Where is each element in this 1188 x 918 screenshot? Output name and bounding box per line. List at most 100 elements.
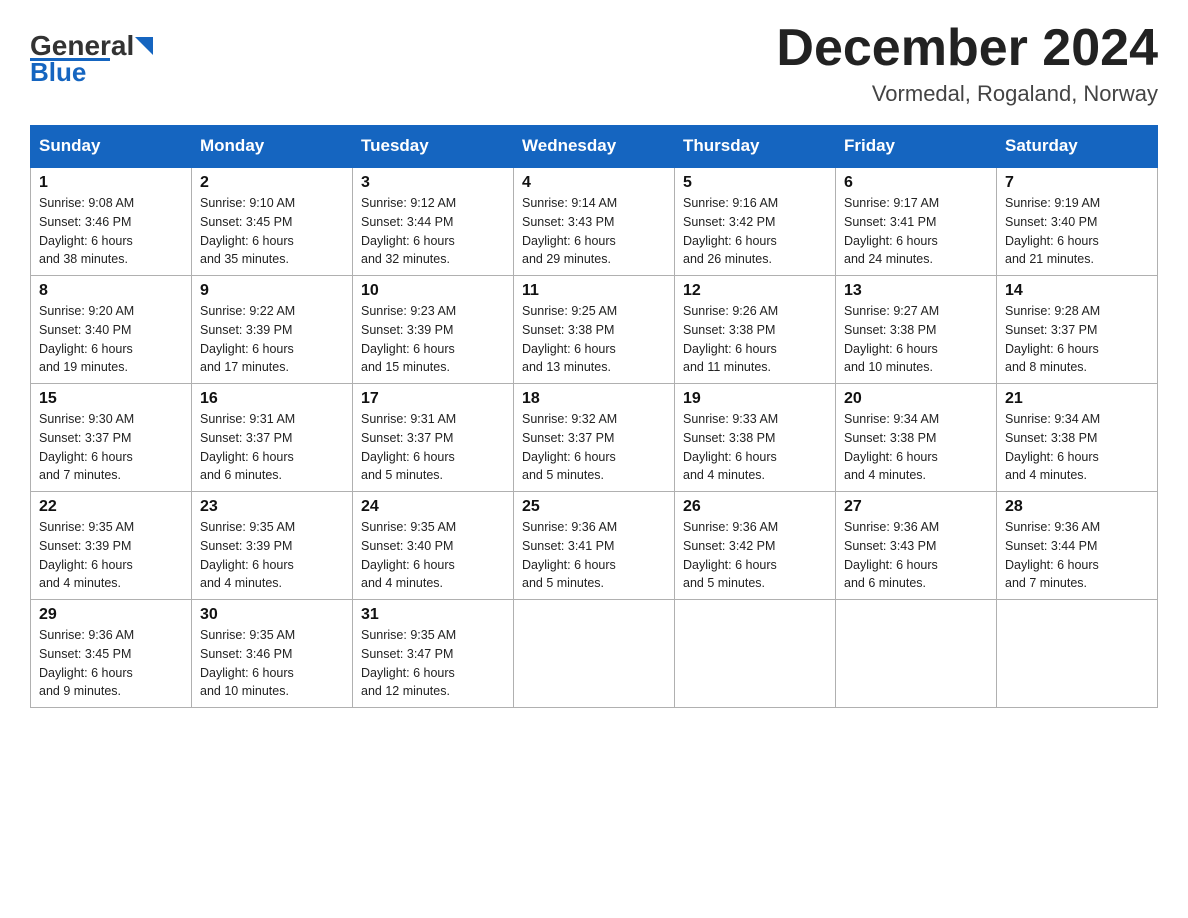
day-number: 16 [200, 390, 344, 408]
table-cell: 14 Sunrise: 9:28 AMSunset: 3:37 PMDaylig… [997, 276, 1158, 384]
day-info: Sunrise: 9:25 AMSunset: 3:38 PMDaylight:… [522, 304, 617, 374]
week-row-2: 8 Sunrise: 9:20 AMSunset: 3:40 PMDayligh… [31, 276, 1158, 384]
col-wednesday: Wednesday [514, 126, 675, 168]
day-number: 28 [1005, 498, 1149, 516]
day-number: 18 [522, 390, 666, 408]
table-cell: 15 Sunrise: 9:30 AMSunset: 3:37 PMDaylig… [31, 384, 192, 492]
day-info: Sunrise: 9:23 AMSunset: 3:39 PMDaylight:… [361, 304, 456, 374]
table-cell: 23 Sunrise: 9:35 AMSunset: 3:39 PMDaylig… [192, 492, 353, 600]
day-number: 3 [361, 174, 505, 192]
table-cell: 10 Sunrise: 9:23 AMSunset: 3:39 PMDaylig… [353, 276, 514, 384]
day-info: Sunrise: 9:36 AMSunset: 3:43 PMDaylight:… [844, 520, 939, 590]
day-info: Sunrise: 9:12 AMSunset: 3:44 PMDaylight:… [361, 196, 456, 266]
day-info: Sunrise: 9:35 AMSunset: 3:46 PMDaylight:… [200, 628, 295, 698]
table-cell: 27 Sunrise: 9:36 AMSunset: 3:43 PMDaylig… [836, 492, 997, 600]
week-row-1: 1 Sunrise: 9:08 AMSunset: 3:46 PMDayligh… [31, 167, 1158, 276]
day-number: 31 [361, 606, 505, 624]
table-cell: 12 Sunrise: 9:26 AMSunset: 3:38 PMDaylig… [675, 276, 836, 384]
day-number: 14 [1005, 282, 1149, 300]
logo-triangle-icon [135, 30, 153, 62]
day-number: 7 [1005, 174, 1149, 192]
day-info: Sunrise: 9:36 AMSunset: 3:44 PMDaylight:… [1005, 520, 1100, 590]
day-info: Sunrise: 9:31 AMSunset: 3:37 PMDaylight:… [200, 412, 295, 482]
logo-blue-text: Blue [30, 57, 86, 88]
table-cell: 8 Sunrise: 9:20 AMSunset: 3:40 PMDayligh… [31, 276, 192, 384]
table-cell: 1 Sunrise: 9:08 AMSunset: 3:46 PMDayligh… [31, 167, 192, 276]
table-cell: 9 Sunrise: 9:22 AMSunset: 3:39 PMDayligh… [192, 276, 353, 384]
calendar-body: 1 Sunrise: 9:08 AMSunset: 3:46 PMDayligh… [31, 167, 1158, 708]
table-cell: 21 Sunrise: 9:34 AMSunset: 3:38 PMDaylig… [997, 384, 1158, 492]
month-title: December 2024 [776, 20, 1158, 77]
day-number: 21 [1005, 390, 1149, 408]
day-number: 22 [39, 498, 183, 516]
col-thursday: Thursday [675, 126, 836, 168]
week-row-5: 29 Sunrise: 9:36 AMSunset: 3:45 PMDaylig… [31, 600, 1158, 708]
day-number: 6 [844, 174, 988, 192]
day-number: 29 [39, 606, 183, 624]
table-cell: 4 Sunrise: 9:14 AMSunset: 3:43 PMDayligh… [514, 167, 675, 276]
day-info: Sunrise: 9:22 AMSunset: 3:39 PMDaylight:… [200, 304, 295, 374]
day-info: Sunrise: 9:20 AMSunset: 3:40 PMDaylight:… [39, 304, 134, 374]
table-cell: 26 Sunrise: 9:36 AMSunset: 3:42 PMDaylig… [675, 492, 836, 600]
table-cell: 16 Sunrise: 9:31 AMSunset: 3:37 PMDaylig… [192, 384, 353, 492]
day-number: 23 [200, 498, 344, 516]
day-number: 9 [200, 282, 344, 300]
day-info: Sunrise: 9:08 AMSunset: 3:46 PMDaylight:… [39, 196, 134, 266]
day-info: Sunrise: 9:10 AMSunset: 3:45 PMDaylight:… [200, 196, 295, 266]
day-number: 12 [683, 282, 827, 300]
day-number: 20 [844, 390, 988, 408]
table-cell: 5 Sunrise: 9:16 AMSunset: 3:42 PMDayligh… [675, 167, 836, 276]
col-tuesday: Tuesday [353, 126, 514, 168]
table-cell [997, 600, 1158, 708]
day-info: Sunrise: 9:36 AMSunset: 3:45 PMDaylight:… [39, 628, 134, 698]
table-cell: 25 Sunrise: 9:36 AMSunset: 3:41 PMDaylig… [514, 492, 675, 600]
day-info: Sunrise: 9:36 AMSunset: 3:41 PMDaylight:… [522, 520, 617, 590]
table-cell: 6 Sunrise: 9:17 AMSunset: 3:41 PMDayligh… [836, 167, 997, 276]
day-info: Sunrise: 9:28 AMSunset: 3:37 PMDaylight:… [1005, 304, 1100, 374]
day-info: Sunrise: 9:14 AMSunset: 3:43 PMDaylight:… [522, 196, 617, 266]
day-info: Sunrise: 9:32 AMSunset: 3:37 PMDaylight:… [522, 412, 617, 482]
day-number: 8 [39, 282, 183, 300]
day-info: Sunrise: 9:33 AMSunset: 3:38 PMDaylight:… [683, 412, 778, 482]
week-row-4: 22 Sunrise: 9:35 AMSunset: 3:39 PMDaylig… [31, 492, 1158, 600]
day-number: 1 [39, 174, 183, 192]
col-friday: Friday [836, 126, 997, 168]
table-cell [675, 600, 836, 708]
day-info: Sunrise: 9:26 AMSunset: 3:38 PMDaylight:… [683, 304, 778, 374]
day-info: Sunrise: 9:36 AMSunset: 3:42 PMDaylight:… [683, 520, 778, 590]
table-cell: 7 Sunrise: 9:19 AMSunset: 3:40 PMDayligh… [997, 167, 1158, 276]
table-cell: 24 Sunrise: 9:35 AMSunset: 3:40 PMDaylig… [353, 492, 514, 600]
day-number: 5 [683, 174, 827, 192]
day-info: Sunrise: 9:34 AMSunset: 3:38 PMDaylight:… [844, 412, 939, 482]
table-cell: 28 Sunrise: 9:36 AMSunset: 3:44 PMDaylig… [997, 492, 1158, 600]
day-info: Sunrise: 9:17 AMSunset: 3:41 PMDaylight:… [844, 196, 939, 266]
table-cell: 30 Sunrise: 9:35 AMSunset: 3:46 PMDaylig… [192, 600, 353, 708]
day-number: 15 [39, 390, 183, 408]
table-cell: 22 Sunrise: 9:35 AMSunset: 3:39 PMDaylig… [31, 492, 192, 600]
calendar-header-row: Sunday Monday Tuesday Wednesday Thursday… [31, 126, 1158, 168]
week-row-3: 15 Sunrise: 9:30 AMSunset: 3:37 PMDaylig… [31, 384, 1158, 492]
day-number: 4 [522, 174, 666, 192]
logo-flag-icon [135, 37, 153, 55]
page-header: General Blue December 2024 Vormedal, Rog… [30, 20, 1158, 107]
col-sunday: Sunday [31, 126, 192, 168]
table-cell: 31 Sunrise: 9:35 AMSunset: 3:47 PMDaylig… [353, 600, 514, 708]
col-saturday: Saturday [997, 126, 1158, 168]
day-number: 10 [361, 282, 505, 300]
logo: General Blue [30, 20, 154, 88]
table-cell: 29 Sunrise: 9:36 AMSunset: 3:45 PMDaylig… [31, 600, 192, 708]
day-number: 25 [522, 498, 666, 516]
day-info: Sunrise: 9:35 AMSunset: 3:40 PMDaylight:… [361, 520, 456, 590]
table-cell: 2 Sunrise: 9:10 AMSunset: 3:45 PMDayligh… [192, 167, 353, 276]
table-cell: 13 Sunrise: 9:27 AMSunset: 3:38 PMDaylig… [836, 276, 997, 384]
day-number: 13 [844, 282, 988, 300]
day-number: 11 [522, 282, 666, 300]
day-number: 19 [683, 390, 827, 408]
day-info: Sunrise: 9:35 AMSunset: 3:39 PMDaylight:… [39, 520, 134, 590]
day-number: 26 [683, 498, 827, 516]
day-info: Sunrise: 9:16 AMSunset: 3:42 PMDaylight:… [683, 196, 778, 266]
col-monday: Monday [192, 126, 353, 168]
day-info: Sunrise: 9:31 AMSunset: 3:37 PMDaylight:… [361, 412, 456, 482]
day-number: 30 [200, 606, 344, 624]
day-info: Sunrise: 9:35 AMSunset: 3:47 PMDaylight:… [361, 628, 456, 698]
